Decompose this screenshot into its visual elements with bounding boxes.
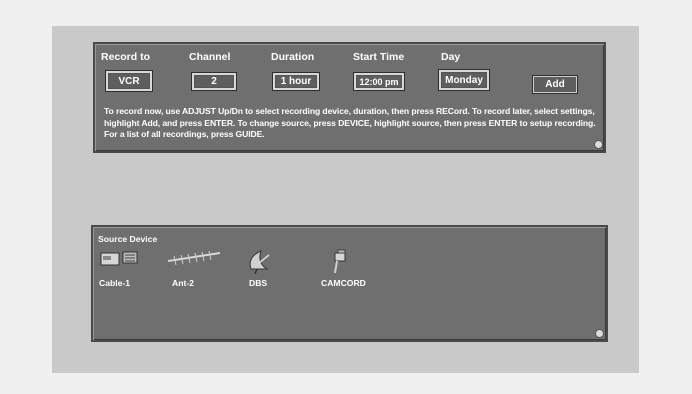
cable-box-icon <box>100 251 138 266</box>
satellite-dish-icon <box>249 250 270 275</box>
corner-icon <box>594 140 603 149</box>
corner-icon <box>595 329 604 338</box>
source-device-title: Source Device <box>98 234 158 244</box>
source-item-cable-1[interactable]: Cable-1 <box>99 247 159 297</box>
day-header: Day <box>441 51 461 63</box>
duration-field[interactable]: 1 hour <box>272 72 320 91</box>
source-label-dbs: DBS <box>249 278 268 288</box>
channel-header: Channel <box>189 51 231 63</box>
record-to-header: Record to <box>101 51 151 63</box>
record-panel: Record to Channel Duration Start Time Da… <box>93 42 606 153</box>
start-time-field[interactable]: 12:00 pm <box>353 72 405 91</box>
source-item-dbs[interactable]: DBS <box>243 247 303 297</box>
tv-screen: Record to Channel Duration Start Time Da… <box>52 26 639 373</box>
instructions-text: To record now, use ADJUST Up/Dn to selec… <box>104 106 596 139</box>
camcorder-icon <box>334 249 346 274</box>
source-device-panel: Source Device Cable-1 Ant-2 DBS CAMCORD <box>91 225 608 342</box>
start-time-header: Start Time <box>353 51 405 63</box>
source-item-camcord[interactable]: CAMCORD <box>321 247 381 297</box>
source-item-ant-2[interactable]: Ant-2 <box>164 247 224 297</box>
antenna-icon <box>167 250 221 266</box>
channel-field[interactable]: 2 <box>191 72 237 91</box>
source-label-camcord: CAMCORD <box>321 278 366 288</box>
source-label-cable-1: Cable-1 <box>99 278 131 288</box>
source-label-ant-2: Ant-2 <box>172 278 194 288</box>
record-to-field[interactable]: VCR <box>105 70 153 92</box>
duration-header: Duration <box>271 51 315 63</box>
day-field[interactable]: Monday <box>438 69 490 91</box>
add-button[interactable]: Add <box>532 75 578 94</box>
